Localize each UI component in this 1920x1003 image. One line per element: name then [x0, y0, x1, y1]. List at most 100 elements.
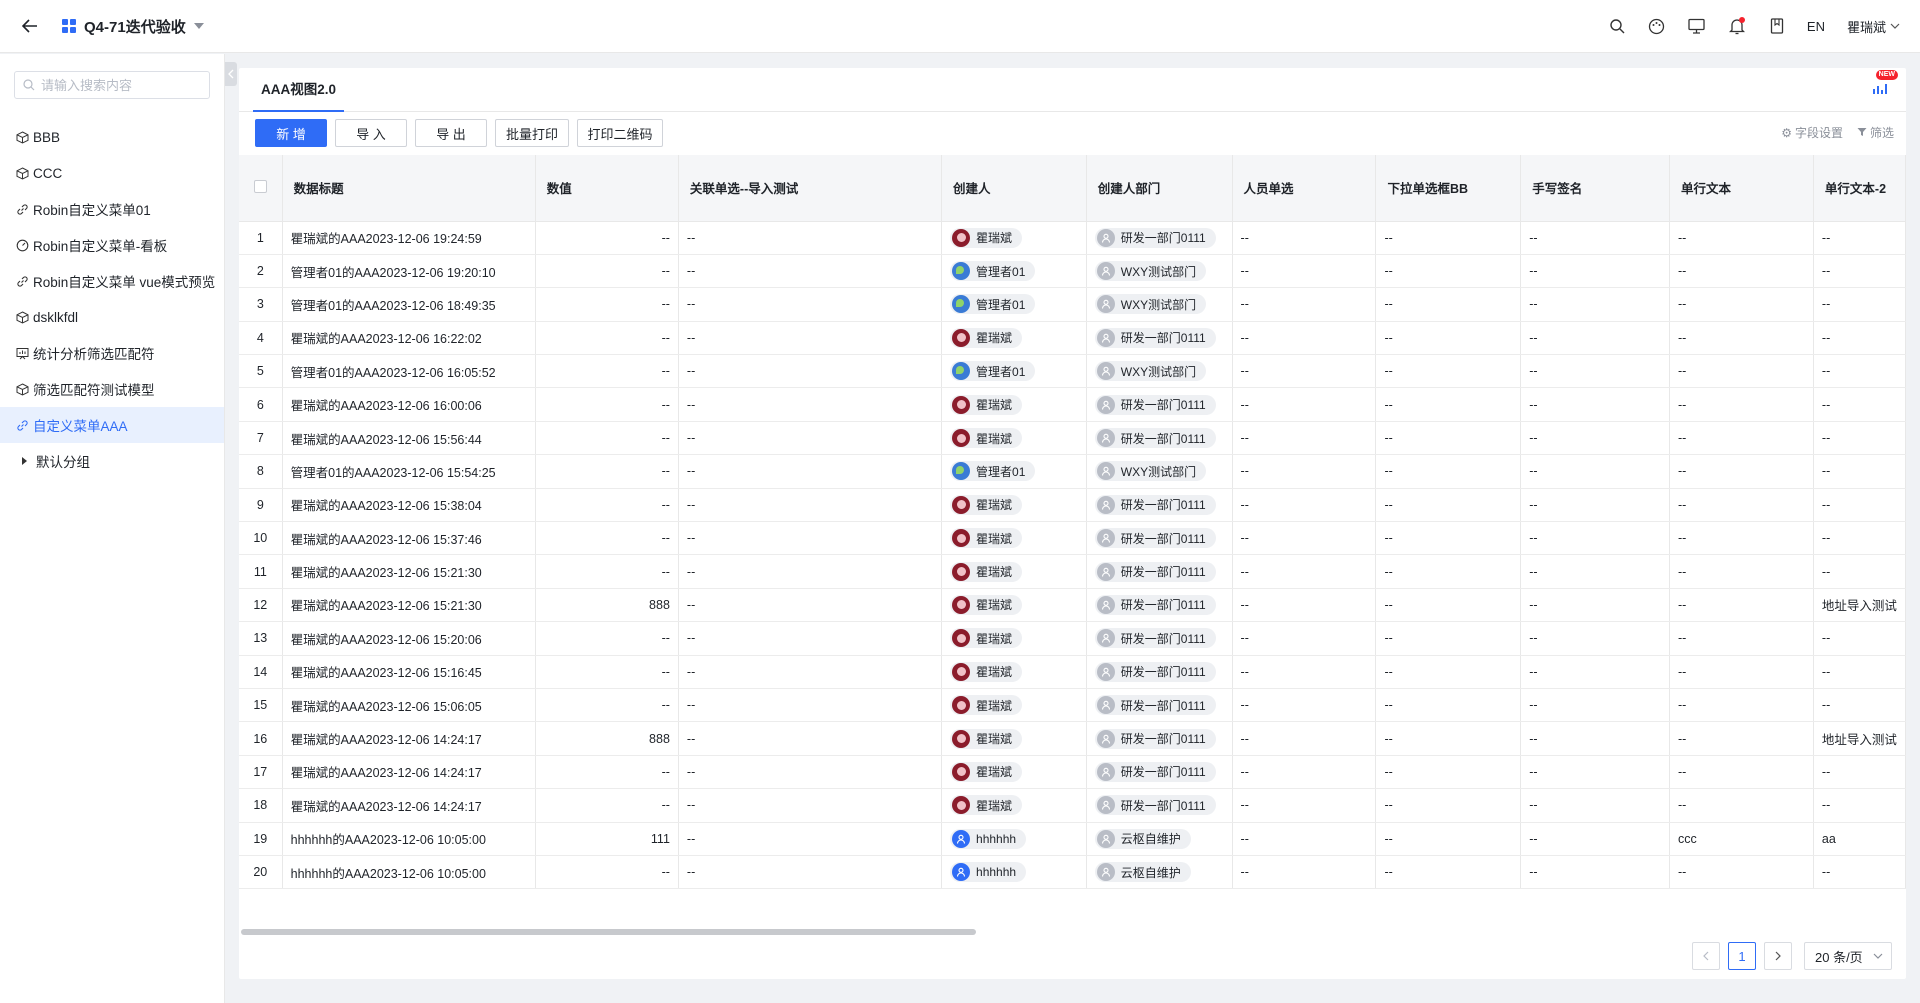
batch-print-button[interactable]: 批量打印	[495, 119, 569, 147]
table-row[interactable]: 19 hhhhhh的AAA2023-12-06 10:05:00 111 -- hhhh…	[239, 822, 1906, 856]
sidebar-item-dsklkfdl[interactable]: dsklkfdl	[0, 299, 224, 335]
table-row[interactable]: 8 管理者01的AAA2023-12-06 15:54:25 -- -- 管理者01 WX…	[239, 454, 1906, 489]
dept-tag[interactable]: 研发一部门0111	[1094, 795, 1216, 816]
dept-tag[interactable]: WXY测试部门	[1094, 361, 1207, 382]
filter-button[interactable]: 筛选	[1857, 124, 1894, 141]
table-row[interactable]: 17 瞿瑞斌的AAA2023-12-06 14:24:17 -- -- 瞿瑞斌 研发一部门…	[239, 755, 1906, 790]
cell-title[interactable]: 瞿瑞斌的AAA2023-12-06 19:24:59	[282, 221, 536, 255]
app-title[interactable]: Q4-71迭代验收	[84, 16, 186, 37]
search-icon[interactable]	[1607, 16, 1627, 36]
creator-tag[interactable]: 瞿瑞斌	[950, 394, 1023, 415]
creator-tag[interactable]: 瞿瑞斌	[950, 761, 1023, 782]
column-header[interactable]: 单行文本	[1669, 155, 1814, 222]
sidebar-group-default[interactable]: 默认分组	[0, 443, 224, 479]
app-switch-caret-icon[interactable]	[193, 23, 204, 29]
cell-title[interactable]: 管理者01的AAA2023-12-06 15:54:25	[282, 454, 536, 489]
sidebar-item-robin-vue-preview[interactable]: Robin自定义菜单 vue模式预览	[0, 263, 224, 299]
cell-title[interactable]: 瞿瑞斌的AAA2023-12-06 15:20:06	[282, 621, 536, 656]
cell-title[interactable]: 瞿瑞斌的AAA2023-12-06 15:37:46	[282, 521, 536, 556]
creator-tag[interactable]: 瞿瑞斌	[950, 428, 1023, 449]
cell-title[interactable]: hhhhhh的AAA2023-12-06 10:05:00	[282, 822, 536, 856]
dept-tag[interactable]: 研发一部门0111	[1094, 227, 1216, 248]
creator-tag[interactable]: 瞿瑞斌	[950, 561, 1023, 582]
dept-tag[interactable]: 研发一部门0111	[1094, 695, 1216, 716]
sidebar-item-ccc[interactable]: CCC	[0, 155, 224, 191]
cell-title[interactable]: 瞿瑞斌的AAA2023-12-06 14:24:17	[282, 755, 536, 790]
table-row[interactable]: 7 瞿瑞斌的AAA2023-12-06 15:56:44 -- -- 瞿瑞斌 研发一部门0…	[239, 421, 1906, 456]
bell-icon[interactable]	[1727, 16, 1747, 36]
sidebar-item-filter-model[interactable]: 筛选匹配符测试模型	[0, 371, 224, 407]
dept-tag[interactable]: 研发一部门0111	[1094, 594, 1216, 615]
table-row[interactable]: 14 瞿瑞斌的AAA2023-12-06 15:16:45 -- -- 瞿瑞斌 研发一部门…	[239, 655, 1906, 689]
dept-tag[interactable]: 研发一部门0111	[1094, 327, 1216, 348]
dept-tag[interactable]: 云枢自维护	[1094, 828, 1191, 849]
column-header[interactable]: 数据标题	[282, 155, 536, 222]
creator-tag[interactable]: 瞿瑞斌	[950, 227, 1023, 248]
column-header[interactable]: 下拉单选框BB	[1375, 155, 1522, 222]
horizontal-scrollbar[interactable]	[239, 928, 1906, 936]
dept-tag[interactable]: 研发一部门0111	[1094, 761, 1216, 782]
dept-tag[interactable]: 研发一部门0111	[1094, 561, 1216, 582]
creator-tag[interactable]: 瞿瑞斌	[950, 628, 1023, 649]
cell-title[interactable]: 瞿瑞斌的AAA2023-12-06 14:24:17	[282, 788, 536, 823]
dept-tag[interactable]: 云枢自维护	[1094, 862, 1191, 883]
dept-tag[interactable]: 研发一部门0111	[1094, 494, 1216, 515]
dept-tag[interactable]: WXY测试部门	[1094, 294, 1207, 315]
sidebar-item-bbb[interactable]: BBB	[0, 119, 224, 155]
cell-title[interactable]: 瞿瑞斌的AAA2023-12-06 15:06:05	[282, 688, 536, 723]
export-button[interactable]: 导 出	[415, 119, 487, 147]
sidebar-item-robin-kanban[interactable]: Robin自定义菜单-看板	[0, 227, 224, 263]
select-all-checkbox[interactable]	[253, 179, 267, 193]
column-header[interactable]: 手写签名	[1520, 155, 1670, 222]
dept-tag[interactable]: 研发一部门0111	[1094, 661, 1216, 682]
cell-title[interactable]: 瞿瑞斌的AAA2023-12-06 16:22:02	[282, 321, 536, 356]
field-settings-button[interactable]: ⚙ 字段设置	[1781, 124, 1843, 141]
creator-tag[interactable]: 管理者01	[950, 294, 1036, 315]
table-row[interactable]: 9 瞿瑞斌的AAA2023-12-06 15:38:04 -- -- 瞿瑞斌 研发一部门0…	[239, 488, 1906, 523]
cell-title[interactable]: 管理者01的AAA2023-12-06 16:05:52	[282, 354, 536, 389]
page-size-select[interactable]: 20 条/页	[1804, 942, 1892, 970]
dept-tag[interactable]: 研发一部门0111	[1094, 428, 1216, 449]
language-switch[interactable]: EN	[1807, 19, 1825, 34]
creator-tag[interactable]: 瞿瑞斌	[950, 528, 1023, 549]
column-header[interactable]: 关联单选--导入测试	[678, 155, 943, 222]
sidebar-item-custom-aaa[interactable]: 自定义菜单AAA	[0, 407, 224, 443]
cell-title[interactable]: 管理者01的AAA2023-12-06 19:20:10	[282, 254, 536, 289]
cell-title[interactable]: hhhhhh的AAA2023-12-06 10:05:00	[282, 855, 536, 890]
monitor-icon[interactable]	[1687, 16, 1707, 36]
column-header[interactable]: 创建人	[941, 155, 1087, 222]
cell-title[interactable]: 瞿瑞斌的AAA2023-12-06 15:56:44	[282, 421, 536, 456]
dept-tag[interactable]: 研发一部门0111	[1094, 394, 1216, 415]
dept-tag[interactable]: WXY测试部门	[1094, 461, 1207, 482]
add-button[interactable]: 新 增	[255, 119, 327, 147]
dept-tag[interactable]: 研发一部门0111	[1094, 628, 1216, 649]
palette-icon[interactable]	[1647, 16, 1667, 36]
column-header[interactable]: 人员单选	[1232, 155, 1377, 222]
creator-tag[interactable]: 瞿瑞斌	[950, 494, 1023, 515]
creator-tag[interactable]: 管理者01	[950, 261, 1036, 282]
table-row[interactable]: 16 瞿瑞斌的AAA2023-12-06 14:24:17 888 -- 瞿瑞斌 研发一部…	[239, 721, 1906, 756]
table-row[interactable]: 11 瞿瑞斌的AAA2023-12-06 15:21:30 -- -- 瞿瑞斌 研发一部门…	[239, 554, 1906, 589]
creator-tag[interactable]: 瞿瑞斌	[950, 661, 1023, 682]
cell-title[interactable]: 瞿瑞斌的AAA2023-12-06 15:16:45	[282, 655, 536, 689]
sidebar-search-input[interactable]	[39, 76, 203, 94]
creator-tag[interactable]: 瞿瑞斌	[950, 594, 1023, 615]
dept-tag[interactable]: WXY测试部门	[1094, 261, 1207, 282]
table-row[interactable]: 12 瞿瑞斌的AAA2023-12-06 15:21:30 888 -- 瞿瑞斌 研发一部…	[239, 588, 1906, 623]
column-header[interactable]: 创建人部门	[1086, 155, 1233, 222]
creator-tag[interactable]: 瞿瑞斌	[950, 327, 1023, 348]
table-row[interactable]: 13 瞿瑞斌的AAA2023-12-06 15:20:06 -- -- 瞿瑞斌 研发一部门…	[239, 621, 1906, 656]
print-qr-button[interactable]: 打印二维码	[577, 119, 663, 147]
cell-title[interactable]: 管理者01的AAA2023-12-06 18:49:35	[282, 287, 536, 322]
table-row[interactable]: 5 管理者01的AAA2023-12-06 16:05:52 -- -- 管理者01 WX…	[239, 354, 1906, 389]
creator-tag[interactable]: 管理者01	[950, 461, 1036, 482]
dept-tag[interactable]: 研发一部门0111	[1094, 728, 1216, 749]
bookmark-icon[interactable]	[1767, 16, 1787, 36]
user-menu[interactable]: 瞿瑞斌	[1847, 17, 1900, 36]
creator-tag[interactable]: 瞿瑞斌	[950, 795, 1023, 816]
sidebar-collapse-button[interactable]	[225, 62, 237, 86]
creator-tag[interactable]: 管理者01	[950, 361, 1036, 382]
creator-tag[interactable]: hhhhhh	[950, 862, 1027, 883]
back-arrow-icon[interactable]	[20, 16, 40, 36]
next-page-button[interactable]	[1764, 942, 1792, 970]
